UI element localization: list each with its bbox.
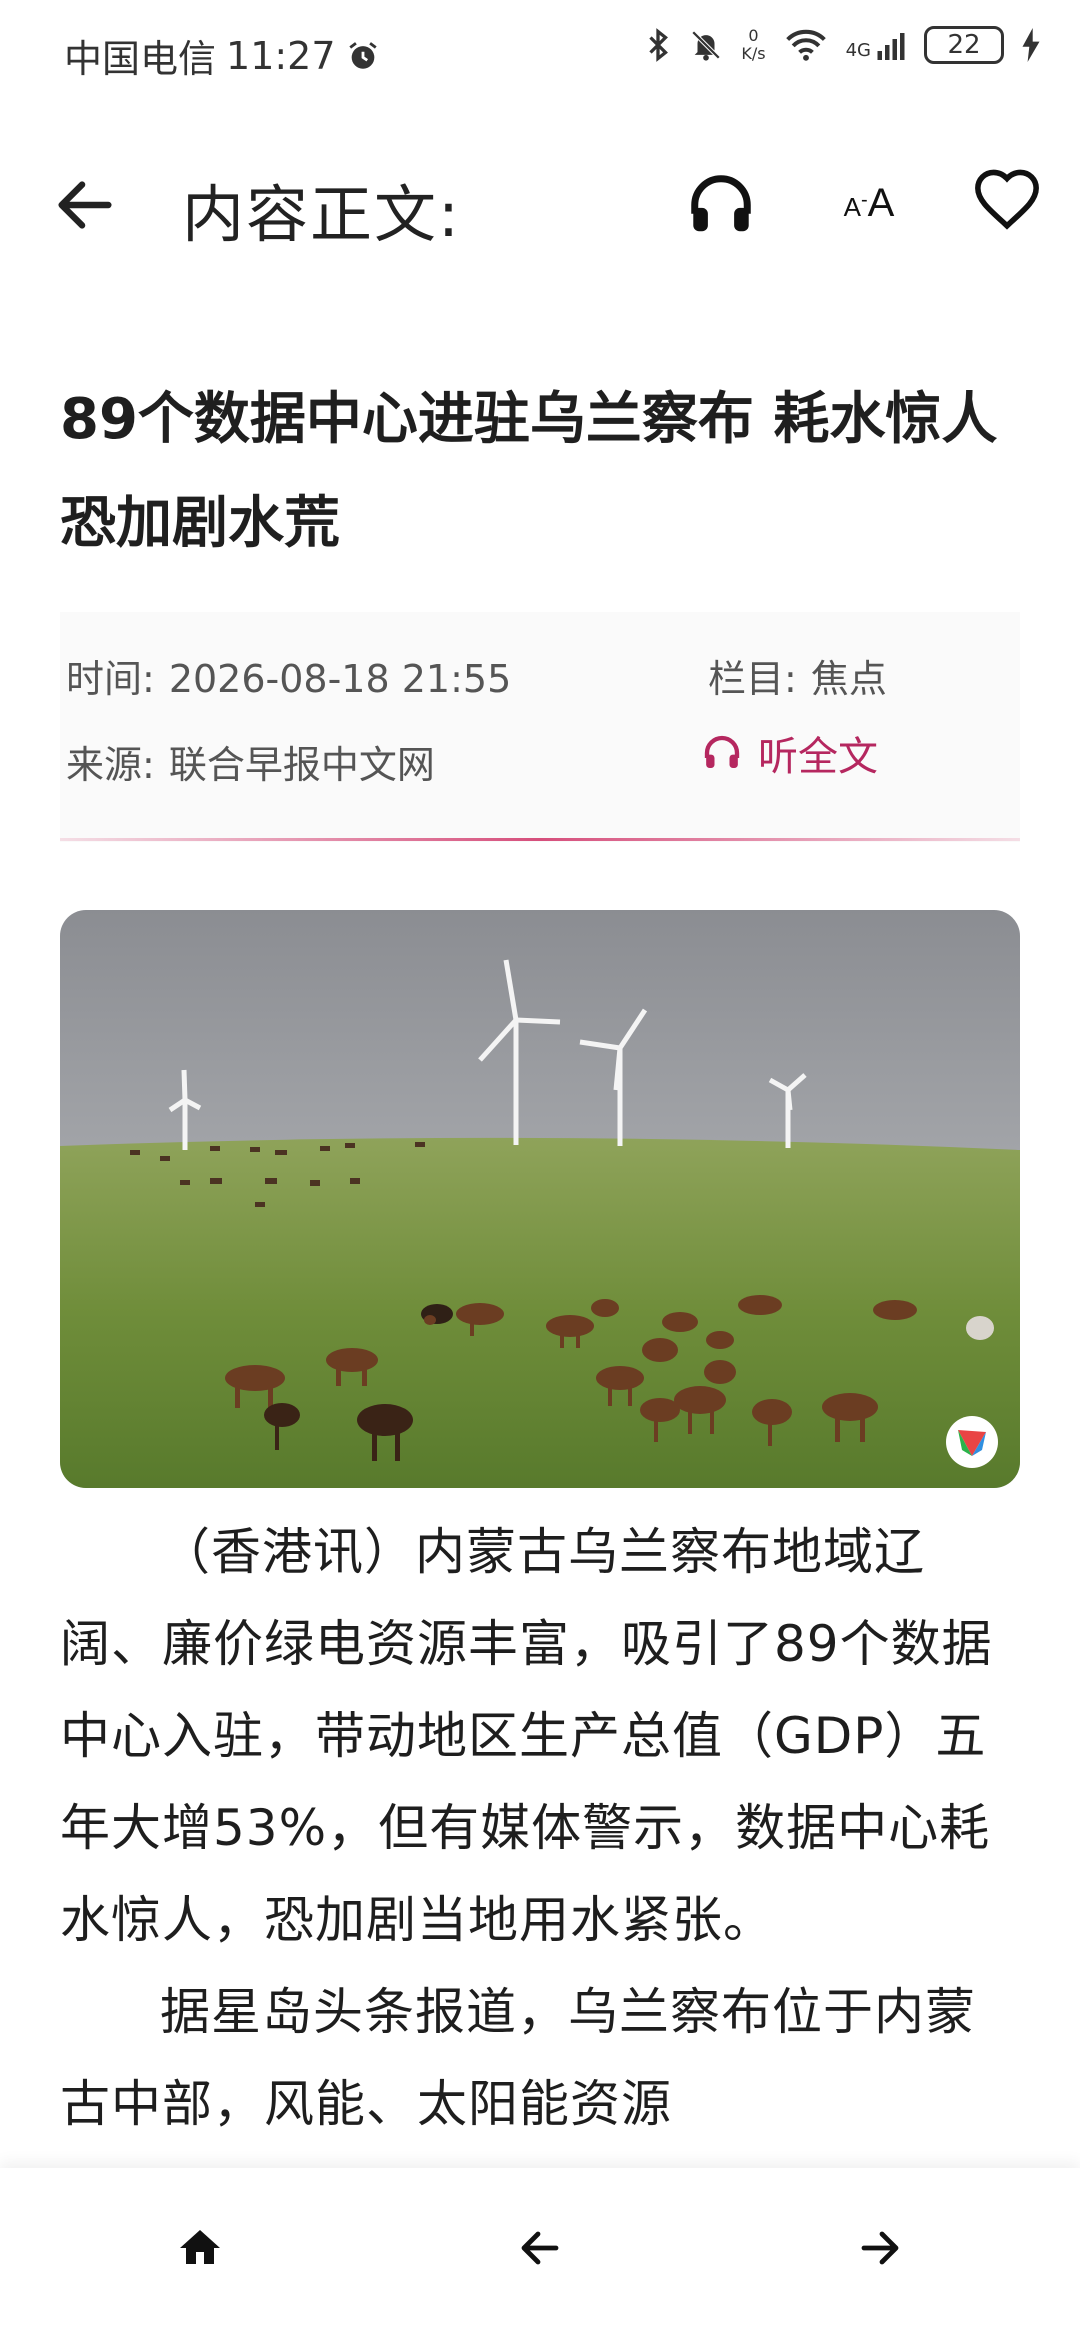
article-headline: 89个数据中心进驻乌兰察布 耗水惊人恐加剧水荒 <box>60 387 998 556</box>
meta-source-value: 联合早报中文网 <box>168 743 435 787</box>
article-paragraph: 据星岛头条报道，乌兰察布位于内蒙古中部，风能、太阳能资源 <box>60 1983 976 2133</box>
status-bar-right: 0 K/s 4G 22 <box>645 26 1040 64</box>
network-type: 4G <box>845 40 871 61</box>
article-body: （香港讯）内蒙古乌兰察布地域辽阔、廉价绿电资源丰富，吸引了89个数据中心入驻，带… <box>60 1506 1020 2150</box>
carrier-name: 中国电信 <box>64 37 217 81</box>
meta-time-label: 时间: <box>66 657 155 701</box>
article-meta: 时间: 2026-08-18 21:55 栏目: 焦点 来源: 联合早报中文网 听全文 <box>60 612 1020 842</box>
home-button[interactable] <box>160 2208 240 2288</box>
meta-column: 栏目: 焦点 <box>708 648 887 703</box>
bluetooth-icon <box>649 28 669 62</box>
mute-bell-icon <box>692 30 721 61</box>
home-icon <box>180 2230 220 2264</box>
alarm-icon <box>348 41 377 69</box>
next-article-button[interactable] <box>840 2208 920 2288</box>
clock: 11:27 <box>226 33 336 78</box>
headphones-icon <box>691 175 751 232</box>
heart-outline-icon <box>975 169 1039 230</box>
meta-time: 时间: 2026-08-18 21:55 <box>66 648 511 703</box>
font-size-icon: A-A <box>843 180 895 225</box>
meta-divider <box>60 838 1020 841</box>
meta-source: 来源: 联合早报中文网 <box>66 734 435 789</box>
bottom-navigation <box>0 2168 1080 2340</box>
status-bar: 中国电信 11:27 0 K/s 4G 22 <box>0 0 1080 110</box>
listen-full-text-button[interactable]: 听全文 <box>702 724 878 782</box>
network-speed-unit: K/s <box>741 44 766 63</box>
battery-level: 22 <box>947 30 981 60</box>
meta-source-label: 来源: <box>66 743 155 787</box>
arrow-left-icon <box>521 2231 559 2265</box>
listen-full-text-label: 听全文 <box>758 734 878 780</box>
grassland-wind-turbines-image <box>60 910 1020 1488</box>
battery-indicator: 22 <box>924 26 1004 64</box>
arrow-right-icon <box>861 2231 899 2265</box>
charging-icon <box>1022 28 1040 62</box>
back-button[interactable] <box>50 170 120 240</box>
font-size-button[interactable]: A-A <box>834 168 904 238</box>
page-title: 内容正文: <box>182 178 461 251</box>
meta-time-value: 2026-08-18 21:55 <box>168 657 512 701</box>
status-bar-left: 中国电信 11:27 <box>64 28 380 83</box>
watermark-logo <box>946 1416 998 1468</box>
previous-article-button[interactable] <box>500 2208 580 2288</box>
meta-column-value: 焦点 <box>810 657 887 701</box>
meta-column-label: 栏目: <box>708 657 797 701</box>
network-speed: 0 K/s <box>741 27 765 63</box>
top-app-bar: 内容正文: A-A <box>0 150 1080 260</box>
favorite-button[interactable] <box>972 166 1042 236</box>
listen-button[interactable] <box>686 170 756 240</box>
article-photo[interactable] <box>60 910 1020 1488</box>
arrow-left-icon <box>58 181 112 229</box>
network-speed-value: 0 <box>748 26 759 45</box>
wifi-icon <box>785 29 826 61</box>
headphones-icon <box>704 735 740 768</box>
cellular-signal: 4G <box>846 29 906 61</box>
article-paragraph: （香港讯）内蒙古乌兰察布地域辽阔、廉价绿电资源丰富，吸引了89个数据中心入驻，带… <box>60 1523 993 1949</box>
signal-bars-icon <box>877 33 905 60</box>
